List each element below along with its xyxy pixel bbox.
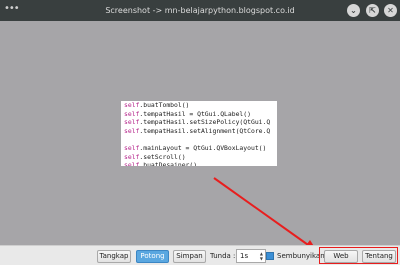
minimize-icon[interactable]: ⌄	[347, 4, 360, 17]
code-preview: self.buatTombol() self.tempatHasil = QtGu…	[121, 101, 277, 166]
hide-checkbox[interactable]	[266, 252, 274, 260]
bottom-toolbar: Tangkap Potong Simpan Tunda : 1s ▲ ▼ Sem…	[0, 245, 400, 265]
code-text: .buatTombol()	[139, 101, 190, 109]
code-line: self.setScroll()	[124, 153, 277, 162]
crop-button[interactable]: Potong	[136, 250, 169, 263]
hide-label: Sembunyikan	[277, 252, 325, 260]
title-bar: ••• Screenshot -> mn-belajarpython.blogs…	[0, 0, 400, 21]
code-line: self.mainLayout = QtGui.QVBoxLayout()	[124, 144, 277, 153]
code-line: self.tempatHasil = QtGui.QLabel()	[124, 110, 277, 119]
close-icon[interactable]: ✕	[384, 4, 397, 17]
code-text: .mainLayout = QtGui.QVBoxLayout()	[139, 143, 267, 152]
delay-spinbox[interactable]: 1s ▲ ▼	[236, 249, 266, 263]
window-title: Screenshot -> mn-belajarpython.blogspot.…	[105, 6, 295, 15]
about-button[interactable]: Tentang	[362, 250, 396, 263]
code-keyword: self	[124, 161, 140, 166]
code-line: self.tempatHasil.setSizePolicy(QtGui.Q	[124, 118, 277, 127]
code-keyword: self	[124, 118, 140, 127]
code-text: .tempatHasil = QtGui.QLabel()	[139, 109, 251, 118]
web-button[interactable]: Web	[324, 250, 358, 263]
save-button[interactable]: Simpan	[173, 250, 206, 263]
code-text: .buatDesainer()	[139, 161, 198, 166]
code-keyword: self	[124, 126, 140, 135]
code-line: self.buatTombol()	[124, 101, 277, 110]
capture-button[interactable]: Tangkap	[97, 250, 131, 263]
spin-down-icon[interactable]: ▼	[260, 256, 263, 261]
code-keyword: self	[124, 143, 140, 152]
code-line: self.buatDesainer()	[124, 161, 277, 166]
code-text: .tempatHasil.setAlignment(QtCore.Q	[139, 126, 271, 135]
code-text: .tempatHasil.setSizePolicy(QtGui.Q	[139, 118, 271, 127]
code-text: .setScroll()	[139, 152, 186, 161]
code-keyword: self	[124, 109, 140, 118]
code-line: self.tempatHasil.setAlignment(QtCore.Q	[124, 127, 277, 136]
maximize-icon[interactable]: ⇱	[366, 4, 379, 17]
delay-label: Tunda :	[210, 252, 236, 260]
code-keyword: self	[124, 101, 140, 109]
delay-value[interactable]: 1s	[240, 250, 248, 262]
code-keyword: self	[124, 152, 140, 161]
